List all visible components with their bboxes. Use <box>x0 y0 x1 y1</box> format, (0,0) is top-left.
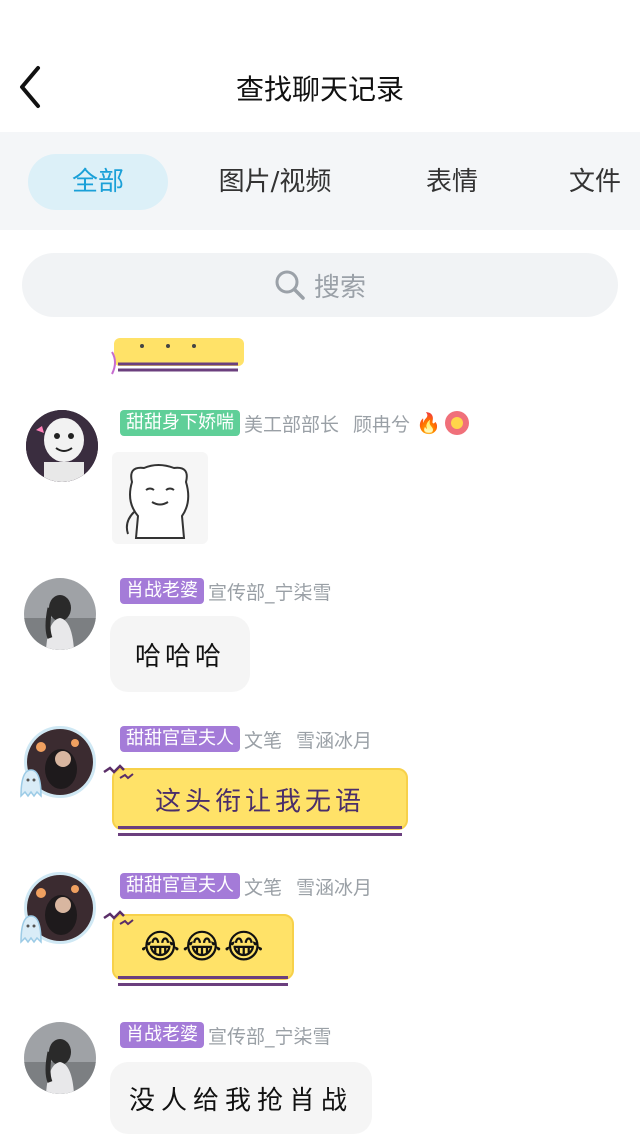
tab-stickers[interactable]: 表情 <box>402 154 502 210</box>
sender-info: 甜甜官宣夫人 文笔 雪涵冰月 <box>120 726 372 752</box>
bubble-decoration <box>118 826 402 836</box>
bird-decoration-icon <box>103 764 134 780</box>
sender-info: 甜甜身下娇喘 美工部部长 顾冉兮 🔥 <box>120 410 469 436</box>
avatar[interactable] <box>24 578 96 650</box>
member-title-badge: 肖战老婆 <box>120 578 204 604</box>
fire-icon: 🔥 <box>416 411 441 435</box>
member-title-badge: 肖战老婆 <box>120 1022 204 1048</box>
sender-info: 肖战老婆 宣传部_宁柒雪 <box>120 1022 346 1048</box>
sticker-image <box>111 338 244 375</box>
ghost-pendant-icon <box>20 915 42 944</box>
nav-bar: 查找聊天记录 <box>0 0 640 132</box>
bear-sticker-image <box>112 452 208 544</box>
message-emoji: 😂😂😂 <box>140 927 266 967</box>
bubble-decoration <box>118 976 288 986</box>
avatar[interactable] <box>26 410 98 482</box>
sender-subtitle: 文笔 <box>244 876 283 899</box>
message-bubble-yellow[interactable]: 😂😂😂 <box>112 914 294 986</box>
meme-face-avatar-icon <box>26 410 98 482</box>
bird-decoration-icon <box>103 910 134 926</box>
member-title-badge: 甜甜身下娇喘 <box>120 410 240 436</box>
sender-info: 肖战老婆 宣传部_宁柒雪 <box>120 578 346 604</box>
sticker-message[interactable] <box>112 452 208 544</box>
girl-photo-avatar-icon <box>24 1022 96 1094</box>
message-text: 这头衔让我无语 <box>154 786 365 817</box>
sender-subtitle: 美工部部长 <box>244 413 340 436</box>
message-text: 没人给我抢肖战 <box>128 1085 353 1116</box>
tab-files[interactable]: 文件 <box>550 154 640 210</box>
page-title: 查找聊天记录 <box>235 73 404 106</box>
search-placeholder: 搜索 <box>313 272 366 303</box>
tab-all[interactable]: 全部 <box>28 154 168 210</box>
sender-subtitle: 文笔 <box>244 729 283 752</box>
sender-name: 雪涵冰月 <box>296 876 373 899</box>
girl-photo-avatar-icon <box>24 578 96 650</box>
search-icon <box>275 270 305 300</box>
sender-subtitle: 宣传部_宁柒雪 <box>208 581 332 604</box>
sender-info: 甜甜官宣夫人 文笔 雪涵冰月 <box>120 873 372 899</box>
message-bubble-yellow[interactable]: 这头衔让我无语 <box>112 768 408 836</box>
ghost-pendant-icon <box>20 769 42 798</box>
sender-name: 雪涵冰月 <box>296 729 373 752</box>
member-title-badge: 甜甜官宣夫人 <box>120 873 240 899</box>
avatar[interactable] <box>24 1022 96 1094</box>
member-title-badge: 甜甜官宣夫人 <box>120 726 240 752</box>
partial-sticker-message[interactable] <box>108 338 248 378</box>
message-text: 哈哈哈 <box>134 641 225 672</box>
sender-subtitle: 宣传部_宁柒雪 <box>208 1025 332 1048</box>
search-bar[interactable]: 搜索 <box>22 253 618 317</box>
message-bubble[interactable]: 没人给我抢肖战 <box>110 1062 372 1134</box>
filter-tabs: 全部 图片/视频 表情 文件 <box>0 132 640 230</box>
tab-images-videos[interactable]: 图片/视频 <box>200 154 350 210</box>
flower-icon <box>444 411 469 435</box>
message-bubble[interactable]: 哈哈哈 <box>110 616 250 692</box>
sender-name: 顾冉兮 <box>353 413 411 436</box>
